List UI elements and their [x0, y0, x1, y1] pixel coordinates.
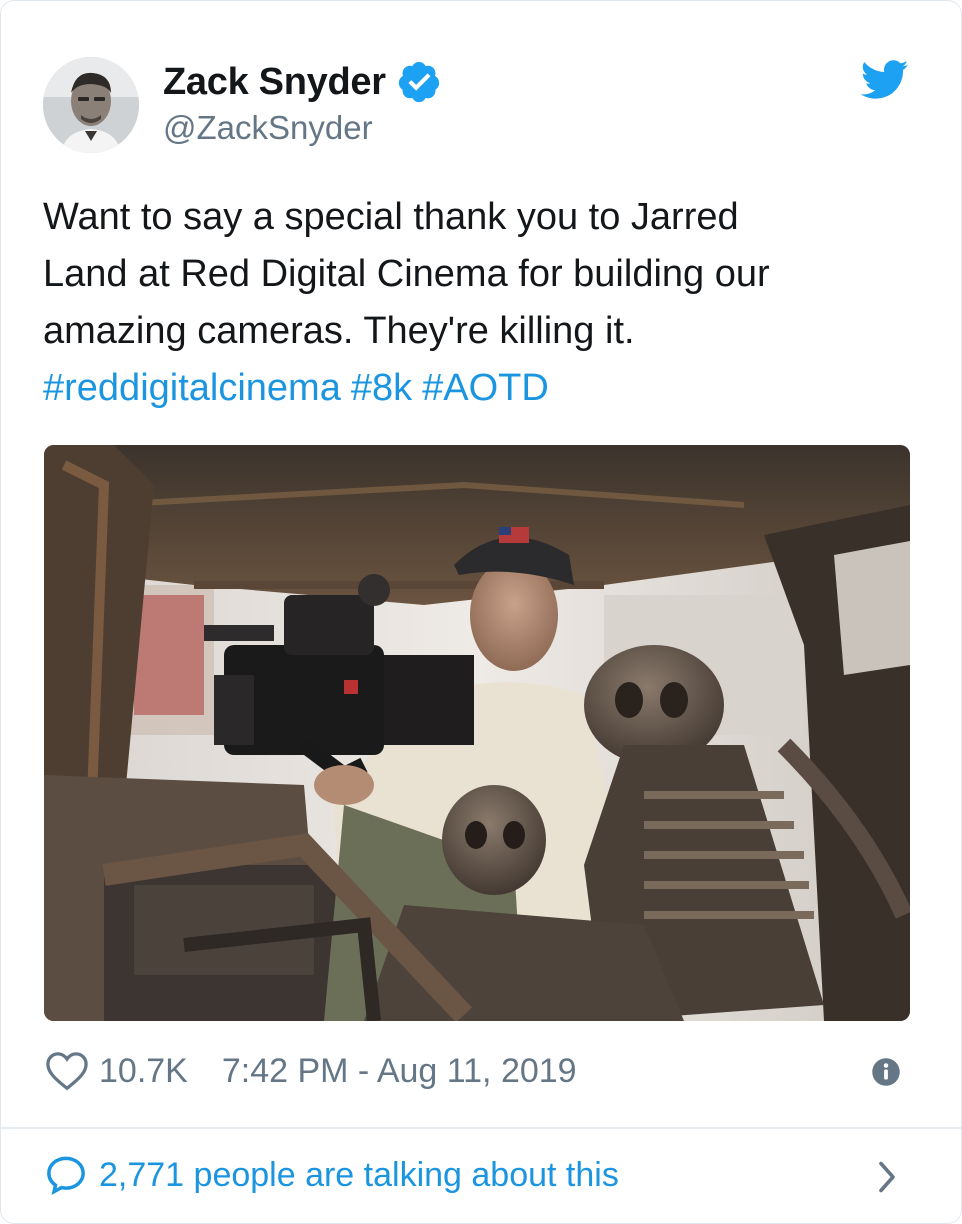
tweet-text-line: Want to say a special thank you to Jarre…: [43, 196, 739, 238]
hashtag-line: #reddigitalcinema #8k #AOTD: [43, 360, 923, 417]
conversation-link[interactable]: 2,771 people are talking about this: [45, 1151, 619, 1199]
conversation-link-text: 2,771 people are talking about this: [99, 1155, 619, 1194]
tweet-text: Want to say a special thank you to Jarre…: [43, 189, 923, 417]
avatar[interactable]: [43, 57, 139, 153]
timestamp[interactable]: 7:42 PM - Aug 11, 2019: [222, 1052, 577, 1091]
hashtag-link-aotd[interactable]: #AOTD: [422, 367, 549, 409]
display-name-text: Zack Snyder: [163, 60, 386, 103]
hashtag-link-reddigitalcinema[interactable]: #reddigitalcinema: [43, 367, 341, 409]
twitter-bird-icon[interactable]: [861, 59, 909, 101]
display-name[interactable]: Zack Snyder: [163, 59, 442, 105]
verified-badge-icon: [398, 61, 439, 103]
divider: [1, 1127, 961, 1129]
tweet-card: Zack Snyder @ZackSnyder Want to say a sp…: [0, 0, 962, 1224]
info-icon[interactable]: [871, 1057, 901, 1087]
tweet-text-line: Land at Red Digital Cinema for building …: [43, 253, 770, 295]
like-count[interactable]: 10.7K: [99, 1052, 188, 1091]
heart-icon[interactable]: [45, 1051, 89, 1091]
tweet-text-line: amazing cameras. They're killing it.: [43, 310, 635, 352]
speech-bubble-icon: [47, 1156, 85, 1196]
chevron-right-icon[interactable]: [873, 1159, 901, 1195]
tweet-meta: 10.7K 7:42 PM - Aug 11, 2019: [45, 1049, 577, 1093]
user-handle[interactable]: @ZackSnyder: [163, 109, 373, 147]
hashtag-link-8k[interactable]: #8k: [351, 367, 412, 409]
tweet-photo[interactable]: [44, 445, 910, 1021]
photo-illustration: [44, 445, 910, 1021]
